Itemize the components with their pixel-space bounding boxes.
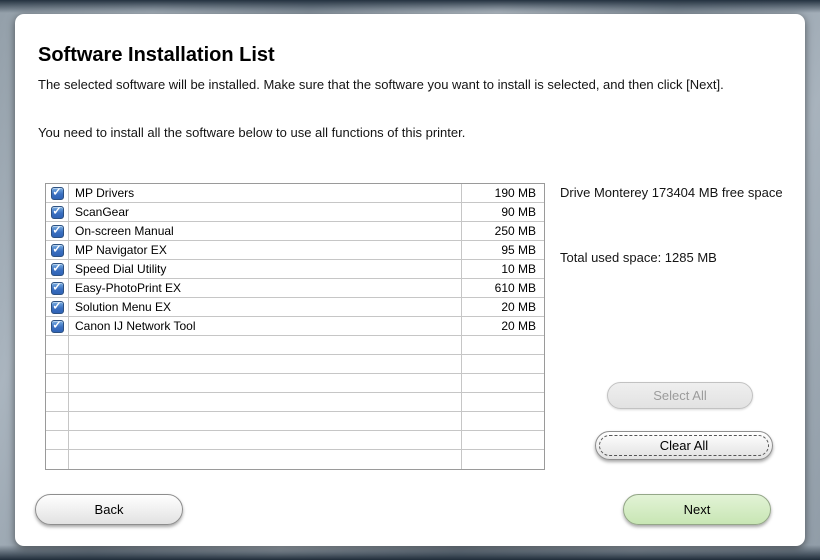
table-row: ✓ Solution Menu EX20 MB	[46, 298, 544, 317]
software-checkbox[interactable]: ✓	[51, 206, 64, 219]
software-size	[462, 355, 544, 373]
checkbox-cell	[46, 336, 69, 354]
software-name: Easy-PhotoPrint EX	[69, 279, 462, 297]
checkmark-icon: ✓	[52, 244, 61, 255]
checkmark-icon: ✓	[52, 225, 61, 236]
checkmark-icon: ✓	[52, 206, 61, 217]
table-row-empty	[46, 374, 544, 393]
software-name	[69, 450, 462, 469]
checkbox-cell: ✓	[46, 317, 69, 335]
software-name: Speed Dial Utility	[69, 260, 462, 278]
checkbox-cell	[46, 374, 69, 392]
software-name	[69, 393, 462, 411]
software-checkbox[interactable]: ✓	[51, 282, 64, 295]
checkbox-cell: ✓	[46, 184, 69, 202]
installer-background: Software Installation List The selected …	[0, 0, 820, 560]
software-name	[69, 412, 462, 430]
select-all-button[interactable]: Select All	[607, 382, 753, 409]
software-size: 10 MB	[462, 260, 544, 278]
software-size	[462, 336, 544, 354]
next-label: Next	[684, 502, 711, 517]
table-row-empty	[46, 450, 544, 469]
back-button[interactable]: Back	[35, 494, 183, 525]
software-size: 610 MB	[462, 279, 544, 297]
disk-info: Drive Monterey 173404 MB free space Tota…	[560, 184, 788, 267]
checkbox-cell	[46, 393, 69, 411]
software-size: 95 MB	[462, 241, 544, 259]
software-size: 250 MB	[462, 222, 544, 240]
table-row-empty	[46, 336, 544, 355]
checkbox-cell	[46, 450, 69, 469]
software-size: 20 MB	[462, 298, 544, 316]
table-row: ✓ ScanGear90 MB	[46, 203, 544, 222]
back-label: Back	[95, 502, 124, 517]
checkbox-cell: ✓	[46, 298, 69, 316]
table-row: ✓ On-screen Manual250 MB	[46, 222, 544, 241]
total-used-space: Total used space: 1285 MB	[560, 249, 788, 267]
software-name: Canon IJ Network Tool	[69, 317, 462, 335]
software-checkbox[interactable]: ✓	[51, 301, 64, 314]
clear-all-button[interactable]: Clear All	[595, 431, 773, 460]
software-checkbox[interactable]: ✓	[51, 225, 64, 238]
software-size	[462, 393, 544, 411]
software-checkbox[interactable]: ✓	[51, 263, 64, 276]
software-checkbox[interactable]: ✓	[51, 244, 64, 257]
software-size	[462, 374, 544, 392]
table-row-empty	[46, 393, 544, 412]
software-name: MP Drivers	[69, 184, 462, 202]
table-row-empty	[46, 412, 544, 431]
checkbox-cell	[46, 412, 69, 430]
checkmark-icon: ✓	[52, 263, 61, 274]
drive-free-space: Drive Monterey 173404 MB free space	[560, 184, 788, 202]
checkbox-cell: ✓	[46, 222, 69, 240]
checkbox-cell	[46, 355, 69, 373]
clear-all-label: Clear All	[660, 438, 708, 453]
checkmark-icon: ✓	[52, 187, 61, 198]
software-checkbox[interactable]: ✓	[51, 320, 64, 333]
software-size: 90 MB	[462, 203, 544, 221]
software-table: ✓ MP Drivers190 MB ✓ ScanGear90 MB ✓ On-scree…	[45, 183, 545, 470]
table-row: ✓ MP Drivers190 MB	[46, 184, 544, 203]
table-row: ✓ Speed Dial Utility10 MB	[46, 260, 544, 279]
software-name: MP Navigator EX	[69, 241, 462, 259]
table-row-empty	[46, 355, 544, 374]
checkbox-cell: ✓	[46, 260, 69, 278]
checkbox-cell: ✓	[46, 203, 69, 221]
table-row: ✓ Easy-PhotoPrint EX610 MB	[46, 279, 544, 298]
checkbox-cell: ✓	[46, 279, 69, 297]
checkbox-cell: ✓	[46, 241, 69, 259]
select-all-label: Select All	[653, 388, 706, 403]
description-line2: You need to install all the software bel…	[38, 124, 786, 141]
software-checkbox[interactable]: ✓	[51, 187, 64, 200]
description-line1: The selected software will be installed.…	[38, 76, 786, 93]
table-row: ✓ MP Navigator EX95 MB	[46, 241, 544, 260]
table-row: ✓ Canon IJ Network Tool20 MB	[46, 317, 544, 336]
software-name: ScanGear	[69, 203, 462, 221]
page-title: Software Installation List	[38, 44, 275, 67]
checkmark-icon: ✓	[52, 301, 61, 312]
software-size	[462, 412, 544, 430]
software-size: 190 MB	[462, 184, 544, 202]
software-name: On-screen Manual	[69, 222, 462, 240]
checkmark-icon: ✓	[52, 320, 61, 331]
checkbox-cell	[46, 431, 69, 449]
software-size: 20 MB	[462, 317, 544, 335]
software-name	[69, 336, 462, 354]
installer-panel: Software Installation List The selected …	[15, 14, 805, 546]
software-name	[69, 374, 462, 392]
software-size	[462, 431, 544, 449]
checkmark-icon: ✓	[52, 282, 61, 293]
table-row-empty	[46, 431, 544, 450]
software-name	[69, 431, 462, 449]
software-name	[69, 355, 462, 373]
next-button[interactable]: Next	[623, 494, 771, 525]
software-size	[462, 450, 544, 469]
software-name: Solution Menu EX	[69, 298, 462, 316]
